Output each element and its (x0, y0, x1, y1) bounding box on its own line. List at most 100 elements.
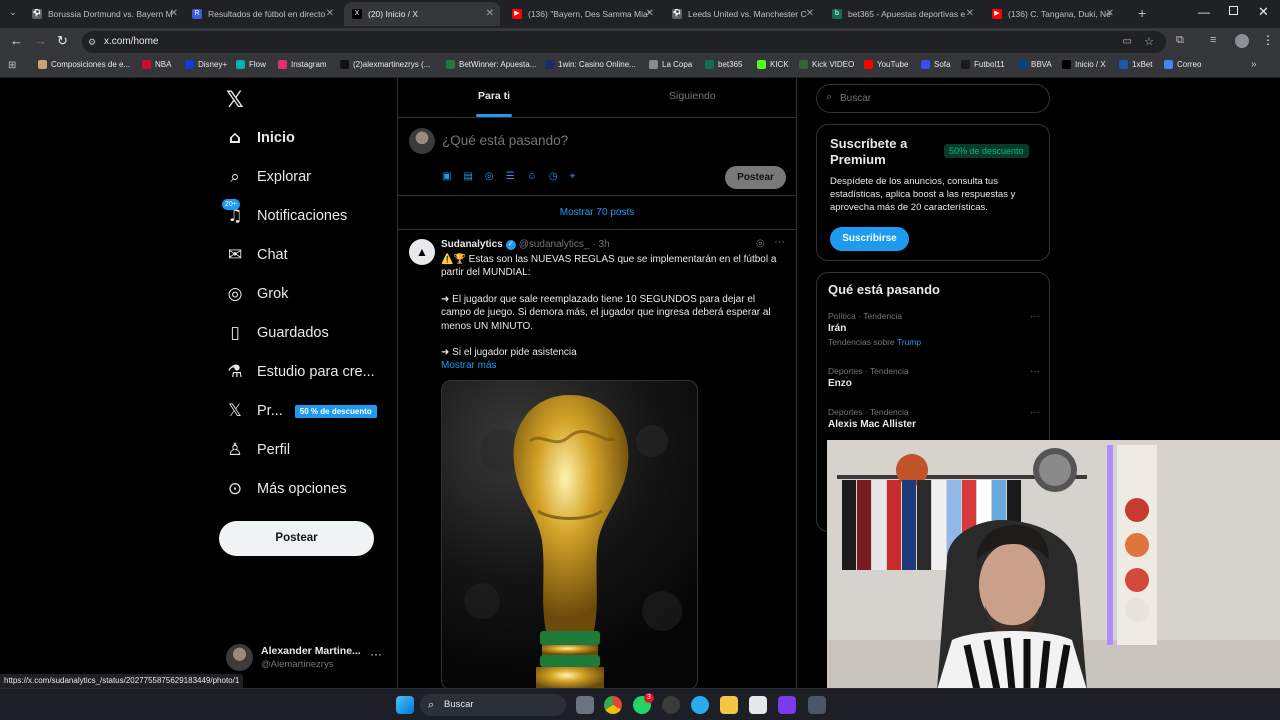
browser-tab[interactable]: R Resultados de fútbol en directo ✕ (184, 2, 340, 26)
minimize-button[interactable]: — (1198, 5, 1210, 19)
bookmark-item[interactable]: La Copa (649, 60, 692, 69)
nav-item-explorar[interactable]: ⌕ Explorar (225, 162, 311, 192)
explorer-task-icon[interactable] (576, 696, 594, 714)
bookmark-item[interactable]: Sofa (921, 60, 950, 69)
trend-item[interactable]: Deportes · Tendencia Alexis Mac Allister ·… (828, 407, 1040, 430)
tab-close-icon[interactable]: ✕ (966, 8, 974, 19)
grid-app-icon[interactable] (778, 696, 796, 714)
address-bar[interactable]: ⚙ x.com/home ▭ ☆ (82, 31, 1166, 53)
start-icon[interactable] (396, 696, 414, 714)
chrome-icon[interactable] (604, 696, 622, 714)
new-tab-button[interactable]: + (1138, 5, 1146, 21)
nav-item-guardados[interactable]: ▯ Guardados (225, 318, 328, 348)
post-button[interactable]: Postear (219, 521, 374, 556)
poll-icon[interactable]: ☰ (506, 171, 515, 182)
bookmark-item[interactable]: (2)alexmartinezrys (... (340, 60, 430, 69)
folder-icon[interactable] (720, 696, 738, 714)
trend-context-link[interactable]: Trump (897, 337, 921, 347)
composer-input[interactable]: ¿Qué está pasando? (442, 133, 568, 148)
close-window-button[interactable]: ✕ (1258, 4, 1269, 20)
post-handle[interactable]: @sudanalytics_ (519, 239, 590, 250)
bookmark-item[interactable]: Flow (236, 60, 266, 69)
bookmark-item[interactable]: Composiciones de e... (38, 60, 130, 69)
trend-more-icon[interactable]: ··· (1030, 366, 1040, 377)
more-bookmarks-icon[interactable]: » (1251, 59, 1257, 70)
bookmark-item[interactable]: Inicio / X (1062, 60, 1106, 69)
forward-icon[interactable]: → (34, 33, 47, 48)
star-icon[interactable]: ☆ (1144, 31, 1154, 53)
location-icon[interactable]: ⌖ (570, 171, 576, 182)
show-new-posts[interactable]: Mostrar 70 posts (398, 196, 796, 230)
obs-icon[interactable] (662, 696, 680, 714)
nav-item-más-opciones[interactable]: ⊙ Más opciones (225, 474, 347, 504)
search-box[interactable]: ⌕ Buscar (816, 84, 1050, 113)
nav-item-grok[interactable]: ◎ Grok (225, 279, 289, 309)
site-info-icon[interactable]: ⚙ (88, 31, 96, 53)
telegram-icon[interactable] (691, 696, 709, 714)
tab-close-icon[interactable]: ✕ (486, 8, 494, 19)
post-author[interactable]: Sudanalytics (441, 239, 503, 250)
browser-tab[interactable]: ⚽ Borussia Dortmund vs. Bayern M ✕ (24, 2, 184, 26)
media-icon[interactable]: ≡ (1210, 34, 1216, 46)
grok-icon[interactable]: ◎ (485, 171, 494, 182)
bookmark-item[interactable]: Kick VIDEO (799, 60, 854, 69)
nav-item-perfil[interactable]: ♙ Perfil (225, 435, 290, 465)
bookmark-item[interactable]: Disney+ (185, 60, 227, 69)
bookmark-item[interactable]: KICK (757, 60, 789, 69)
bookmark-item[interactable]: BetWinner: Apuesta... (446, 60, 536, 69)
tab-close-icon[interactable]: ✕ (806, 8, 814, 19)
nav-item-estudio-para-cre[interactable]: ⚗ Estudio para cre... (225, 357, 374, 387)
media-icon[interactable]: ▣ (442, 171, 451, 182)
subscribe-button[interactable]: Suscribirse (830, 227, 909, 251)
tab-for-you[interactable]: Para ti (478, 90, 510, 102)
post[interactable]: ▲ Sudanalytics ✓ @sudanalytics_ · 3h ◎ ·… (398, 230, 796, 688)
bookmark-item[interactable]: bet365 (705, 60, 742, 69)
schedule-icon[interactable]: ◷ (549, 171, 558, 182)
browser-tab[interactable]: X (20) Inicio / X ✕ (344, 2, 500, 26)
post-more-icon[interactable]: ··· (774, 236, 785, 248)
browser-tab[interactable]: ▶ (136) C. Tangana, Duki, Ne ✕ (984, 2, 1120, 26)
profile-avatar[interactable] (1235, 34, 1249, 48)
gif-icon[interactable]: ▤ (463, 171, 472, 182)
browser-tab[interactable]: ⚽ Leeds United vs. Manchester C ✕ (664, 2, 820, 26)
maximize-button[interactable] (1229, 6, 1238, 15)
bookmark-item[interactable]: 1win: Casino Online... (545, 60, 636, 69)
bookmark-item[interactable]: Instagram (278, 60, 327, 69)
cast-icon[interactable]: ▭ (1123, 31, 1132, 53)
browser-menu-icon[interactable]: ⋮ (1262, 33, 1274, 47)
x-logo-icon[interactable]: 𝕏 (226, 88, 244, 113)
nav-item-chat[interactable]: ✉ Chat (225, 240, 288, 270)
bookmark-item[interactable]: NBA (142, 60, 171, 69)
tab-search-icon[interactable]: ⌄ (6, 7, 20, 21)
taskbar-search[interactable]: ⌕ Buscar (420, 694, 566, 716)
calculator-icon[interactable] (808, 696, 826, 714)
bookmark-item[interactable]: BBVA (1018, 60, 1052, 69)
post-author-avatar[interactable]: ▲ (409, 239, 435, 265)
bookmark-item[interactable]: YouTube (864, 60, 908, 69)
extensions-icon[interactable]: ⧉ (1176, 34, 1184, 47)
tab-close-icon[interactable]: ✕ (1106, 8, 1114, 19)
tab-close-icon[interactable]: ✕ (646, 8, 654, 19)
nav-item-notificaciones[interactable]: ♫ Notificaciones 20+ (222, 199, 347, 231)
bookmark-item[interactable]: Correo (1164, 60, 1201, 69)
account-switcher[interactable]: Alexander Martine... @Alemartinezrys ··· (226, 644, 386, 674)
back-icon[interactable]: ← (10, 33, 23, 48)
nav-item-inicio[interactable]: ⌂ Inicio (225, 123, 295, 153)
nav-item-pr[interactable]: 𝕏 Pr... 50 % de descuento (225, 396, 377, 426)
composer-post-button[interactable]: Postear (725, 166, 786, 189)
browser-tab[interactable]: b bet365 - Apuestas deportivas e ✕ (824, 2, 980, 26)
emoji-icon[interactable]: ☺ (527, 171, 537, 182)
trend-item[interactable]: Política · Tendencia Irán Tendencias sobre… (828, 311, 1040, 347)
grok-post-icon[interactable]: ◎ (756, 238, 765, 249)
trend-more-icon[interactable]: ··· (1030, 407, 1040, 418)
reload-icon[interactable]: ↻ (57, 33, 68, 49)
apps-icon[interactable]: ⊞ (8, 60, 16, 71)
post-image[interactable] (441, 380, 698, 688)
app-icon[interactable] (749, 696, 767, 714)
browser-tab[interactable]: ▶ (136) "Bayern, Des Samma Mia" ✕ (504, 2, 660, 26)
tab-close-icon[interactable]: ✕ (326, 8, 334, 19)
bookmark-item[interactable]: Futbol11 (961, 60, 1005, 69)
trend-item[interactable]: Deportes · Tendencia Enzo ··· (828, 366, 1040, 389)
post-time[interactable]: · 3h (592, 239, 609, 250)
account-more-icon[interactable]: ··· (370, 647, 382, 661)
